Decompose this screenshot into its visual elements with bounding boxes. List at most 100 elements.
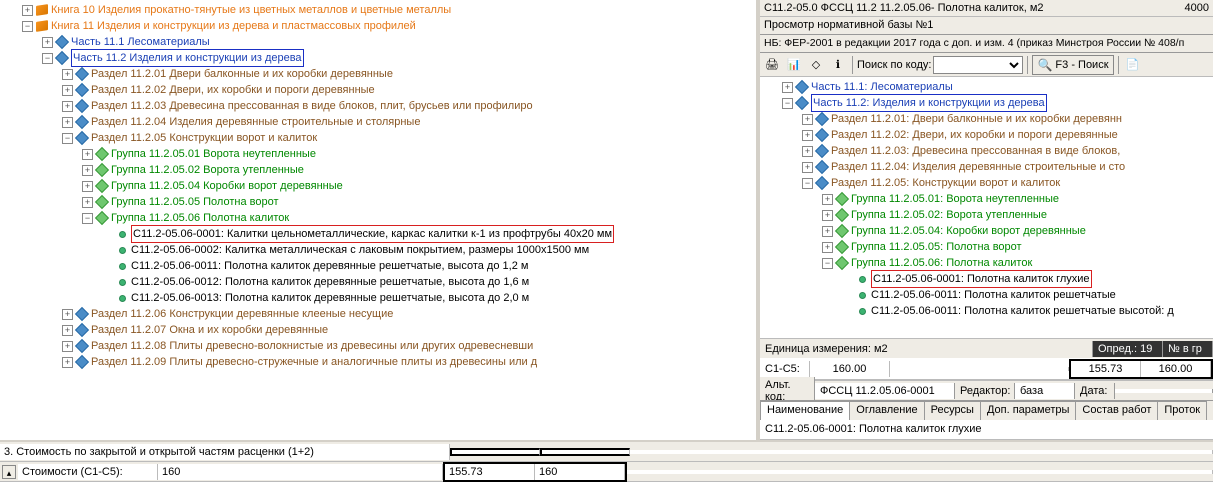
right-tree[interactable]: + Часть 11.1: Лесоматериалы − Часть 11.2: … bbox=[760, 77, 1213, 338]
tree-item[interactable]: Раздел 11.2.03: Древесина прессованная в… bbox=[831, 143, 1120, 159]
code-value: 4000 bbox=[1149, 2, 1209, 14]
book-icon bbox=[36, 4, 48, 16]
tree-item[interactable]: Группа 11.2.05.05 Полотна ворот bbox=[111, 194, 279, 210]
tree-item[interactable]: С11.2-05.06-0012: Полотна калиток деревя… bbox=[131, 274, 529, 290]
tree-item[interactable]: Книга 11 Изделия и конструкции из дерева… bbox=[51, 18, 416, 34]
expander-icon[interactable]: − bbox=[802, 178, 813, 189]
f3-search-button[interactable]: 🔍F3 - Поиск bbox=[1032, 55, 1113, 75]
tool-book-icon[interactable]: ◇ bbox=[806, 55, 826, 75]
tool-print-icon[interactable]: 🖨 bbox=[762, 55, 782, 75]
tree-item[interactable]: Раздел 11.2.02: Двери, их коробки и поро… bbox=[831, 127, 1118, 143]
tree-item[interactable]: С11.2-05.06-0011: Полотна калиток решетч… bbox=[871, 287, 1116, 303]
tab-works[interactable]: Состав работ bbox=[1075, 401, 1158, 420]
tree-item-highlighted[interactable]: Часть 11.2 Изделия и конструкции из дере… bbox=[71, 49, 304, 67]
tree-item-highlighted[interactable]: Часть 11.2: Изделия и конструкции из дер… bbox=[811, 94, 1047, 112]
expander-icon[interactable]: + bbox=[62, 101, 73, 112]
tree-item[interactable]: Раздел 11.2.04: Изделия деревянные строи… bbox=[831, 159, 1125, 175]
c1c5-label: С1-С5: bbox=[760, 361, 810, 377]
tree-item[interactable]: Раздел 11.2.08 Плиты древесно-волокнисты… bbox=[91, 338, 533, 354]
expander-icon[interactable]: + bbox=[802, 130, 813, 141]
tool-help-icon[interactable]: ℹ bbox=[828, 55, 848, 75]
expander-icon[interactable]: + bbox=[802, 146, 813, 157]
tree-item-highlighted[interactable]: С11.2-05.06-0001: Калитки цельнометаллич… bbox=[131, 225, 614, 243]
expander-icon[interactable]: + bbox=[22, 5, 33, 16]
expander-icon[interactable]: + bbox=[62, 325, 73, 336]
tree-item[interactable]: Раздел 11.2.04 Изделия деревянные строит… bbox=[91, 114, 420, 130]
expander-icon[interactable]: + bbox=[822, 210, 833, 221]
expander-icon[interactable]: + bbox=[62, 357, 73, 368]
section-icon bbox=[75, 99, 89, 113]
tab-protocol[interactable]: Проток bbox=[1157, 401, 1207, 420]
tree-item[interactable]: Группа 11.2.05.04 Коробки ворот деревянн… bbox=[111, 178, 343, 194]
expander-icon[interactable]: + bbox=[82, 165, 93, 176]
section-icon bbox=[75, 307, 89, 321]
expander-icon[interactable]: − bbox=[82, 213, 93, 224]
tree-item[interactable]: С11.2-05.06-0011: Полотна калиток решетч… bbox=[871, 303, 1174, 319]
tab-resources[interactable]: Ресурсы bbox=[924, 401, 981, 420]
tree-item[interactable]: Группа 11.2.05.04: Коробки ворот деревян… bbox=[851, 223, 1086, 239]
tree-item[interactable]: Раздел 11.2.01: Двери балконные и их кор… bbox=[831, 111, 1122, 127]
tab-name[interactable]: Наименование bbox=[760, 401, 850, 420]
tree-item[interactable]: Раздел 11.2.05 Конструкции ворот и калит… bbox=[91, 130, 317, 146]
expander-icon[interactable]: + bbox=[822, 226, 833, 237]
tree-item[interactable]: Часть 11.1 Лесоматериалы bbox=[71, 34, 210, 50]
expander-icon[interactable]: + bbox=[62, 309, 73, 320]
tree-item[interactable]: Группа 11.2.05.05: Полотна ворот bbox=[851, 239, 1022, 255]
value-cell: 160 bbox=[158, 464, 443, 480]
expander-icon[interactable]: + bbox=[82, 181, 93, 192]
expander-icon[interactable]: + bbox=[62, 69, 73, 80]
tree-item[interactable]: Раздел 11.2.05: Конструкции ворот и кали… bbox=[831, 175, 1060, 191]
tree-item[interactable]: Раздел 11.2.06 Конструкции деревянные кл… bbox=[91, 306, 393, 322]
expander-icon[interactable]: + bbox=[802, 162, 813, 173]
tree-item[interactable]: Группа 11.2.05.01 Ворота неутепленные bbox=[111, 146, 316, 162]
expander-icon[interactable]: − bbox=[782, 98, 793, 109]
tree-item[interactable]: Группа 11.2.05.06 Полотна калиток bbox=[111, 210, 289, 226]
expander-icon[interactable]: + bbox=[82, 149, 93, 160]
expander-icon[interactable]: + bbox=[62, 85, 73, 96]
expander-icon[interactable]: + bbox=[782, 82, 793, 93]
group-icon bbox=[95, 179, 109, 193]
tree-item[interactable]: Книга 10 Изделия прокатно-тянутые из цве… bbox=[51, 2, 451, 18]
section-icon bbox=[75, 67, 89, 81]
tree-item[interactable]: Группа 11.2.05.02 Ворота утепленные bbox=[111, 162, 304, 178]
expander-icon[interactable]: + bbox=[802, 114, 813, 125]
tree-item[interactable]: Раздел 11.2.03 Древесина прессованная в … bbox=[91, 98, 533, 114]
expander-icon[interactable]: + bbox=[42, 37, 53, 48]
top-code-row: C11.2-05.0 ФССЦ 11.2 11.2.05.06- Полотна… bbox=[760, 0, 1213, 17]
tree-item-highlighted[interactable]: С11.2-05.06-0001: Полотна калиток глухие bbox=[871, 270, 1092, 288]
binoculars-icon: 🔍 bbox=[1037, 58, 1052, 72]
tree-item[interactable]: Раздел 11.2.02 Двери, их коробки и порог… bbox=[91, 82, 375, 98]
expander-icon[interactable]: + bbox=[62, 341, 73, 352]
tree-item[interactable]: С11.2-05.06-0011: Полотна калиток деревя… bbox=[131, 258, 528, 274]
expander-icon[interactable]: + bbox=[62, 117, 73, 128]
expander-icon[interactable]: − bbox=[822, 258, 833, 269]
expander-icon[interactable]: + bbox=[82, 197, 93, 208]
tool-note-icon[interactable]: 📄 bbox=[1123, 55, 1143, 75]
tree-item[interactable]: С11.2-05.06-0002: Калитка металлическая … bbox=[131, 242, 589, 258]
tool-chart-icon[interactable]: 📊 bbox=[784, 55, 804, 75]
expander-icon[interactable]: − bbox=[42, 53, 53, 64]
expander-icon[interactable]: + bbox=[822, 242, 833, 253]
tab-params[interactable]: Доп. параметры bbox=[980, 401, 1076, 420]
stoimosti-label: Стоимости (С1-С5): bbox=[18, 464, 158, 480]
tree-item[interactable]: Группа 11.2.05.06: Полотна калиток bbox=[851, 255, 1032, 271]
tree-item[interactable]: Раздел 11.2.07 Окна и их коробки деревян… bbox=[91, 322, 328, 338]
tree-item[interactable]: Раздел 11.2.01 Двери балконные и их коро… bbox=[91, 66, 393, 82]
expander-icon[interactable]: − bbox=[62, 133, 73, 144]
leaf-icon bbox=[859, 308, 866, 315]
tree-item[interactable]: Раздел 11.2.09 Плиты древесно-стружечные… bbox=[91, 354, 537, 370]
tab-toc[interactable]: Оглавление bbox=[849, 401, 924, 420]
left-tree[interactable]: + Книга 10 Изделия прокатно-тянутые из цв… bbox=[0, 0, 756, 440]
expander-icon[interactable]: + bbox=[822, 194, 833, 205]
arrow-up-icon[interactable]: ▴ bbox=[2, 465, 16, 479]
tree-item[interactable]: Группа 11.2.05.02: Ворота утепленные bbox=[851, 207, 1047, 223]
tree-item[interactable]: С11.2-05.06-0013: Полотна калиток деревя… bbox=[131, 290, 529, 306]
nb-line: НБ: ФЕР-2001 в редакции 2017 года с доп.… bbox=[760, 35, 1213, 53]
leaf-icon bbox=[119, 247, 126, 254]
tree-item[interactable]: Группа 11.2.05.01: Ворота неутепленные bbox=[851, 191, 1059, 207]
expander-icon[interactable]: − bbox=[22, 21, 33, 32]
leaf-icon bbox=[119, 231, 126, 238]
search-code-select[interactable] bbox=[933, 56, 1023, 74]
tree-item[interactable]: Часть 11.1: Лесоматериалы bbox=[811, 79, 953, 95]
group-icon bbox=[95, 163, 109, 177]
